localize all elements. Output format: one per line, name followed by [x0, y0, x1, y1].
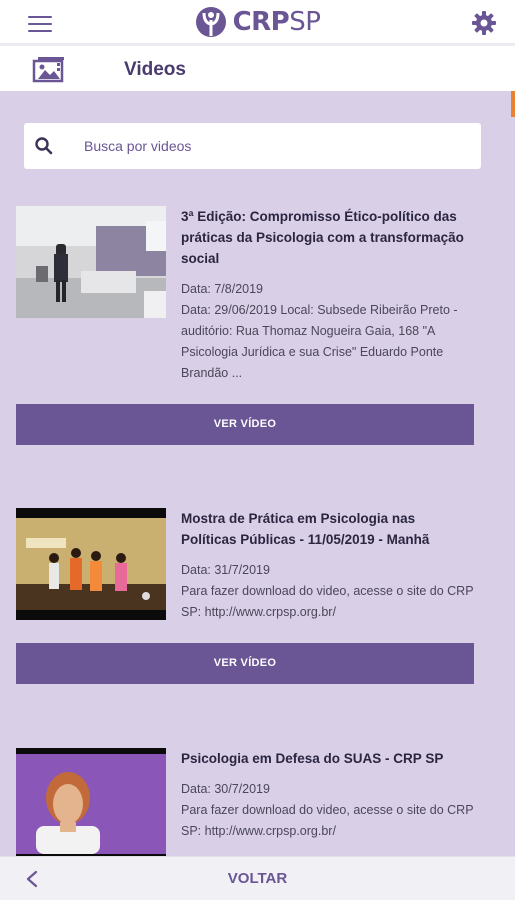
video-list-area[interactable]: 3ª Edição: Compromisso Ético-político da…: [0, 91, 515, 856]
section-bar: Videos: [0, 49, 515, 91]
watch-video-button[interactable]: VER VÍDEO: [16, 404, 474, 445]
back-button[interactable]: VOLTAR: [0, 857, 515, 900]
search-bar: [24, 123, 481, 169]
logo-text: CRPSP: [232, 6, 321, 37]
crp-sp-logo: CRPSP: [195, 6, 321, 38]
video-info: Mostra de Prática em Psicologia nas Polí…: [181, 508, 474, 623]
search-input[interactable]: [84, 123, 474, 169]
video-gallery-icon: [32, 57, 64, 83]
video-date: Data: 30/7/2019: [181, 782, 270, 796]
video-title[interactable]: Psicologia em Defesa do SUAS - CRP SP: [181, 748, 474, 769]
search-icon[interactable]: [34, 136, 54, 156]
video-item: 3ª Edição: Compromisso Ético-político da…: [16, 206, 474, 446]
video-item: Mostra de Prática em Psicologia nas Polí…: [16, 508, 474, 688]
app-header: CRPSP: [0, 0, 515, 46]
page-title: Videos: [124, 59, 186, 80]
scrollbar-thumb[interactable]: [511, 91, 515, 117]
video-thumbnail[interactable]: [16, 748, 166, 856]
video-thumbnail[interactable]: [16, 508, 166, 620]
video-date: Data: 7/8/2019: [181, 282, 264, 296]
video-date: Data: 31/7/2019: [181, 563, 270, 577]
hamburger-menu-icon[interactable]: [28, 16, 52, 32]
video-description: Data: 29/06/2019 Local: Subsede Ribeirão…: [181, 303, 458, 380]
video-title[interactable]: Mostra de Prática em Psicologia nas Polí…: [181, 508, 474, 550]
video-thumbnail[interactable]: [16, 206, 166, 318]
bottom-nav-bar: VOLTAR: [0, 856, 515, 900]
video-title[interactable]: 3ª Edição: Compromisso Ético-político da…: [181, 206, 474, 269]
chevron-left-icon[interactable]: [24, 870, 40, 888]
video-description: Para fazer download do video, acesse o s…: [181, 584, 474, 619]
video-description: Para fazer download do video, acesse o s…: [181, 803, 474, 838]
watch-video-button[interactable]: VER VÍDEO: [16, 643, 474, 684]
logo-mark-icon: [195, 6, 226, 37]
video-info: 3ª Edição: Compromisso Ético-político da…: [181, 206, 474, 384]
video-item: Psicologia em Defesa do SUAS - CRP SP Da…: [16, 748, 474, 856]
video-info: Psicologia em Defesa do SUAS - CRP SP Da…: [181, 748, 474, 842]
gear-icon[interactable]: [471, 10, 497, 36]
